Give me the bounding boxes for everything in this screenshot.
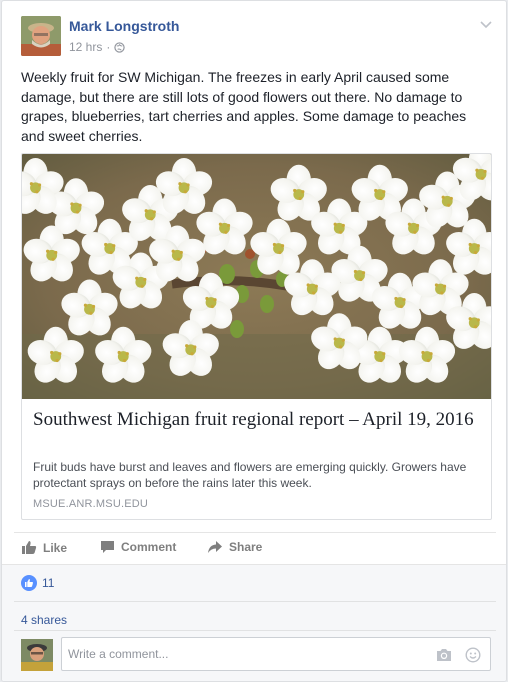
chevron-down-icon[interactable] (478, 16, 494, 32)
link-title[interactable]: Southwest Michigan fruit regional report… (33, 408, 483, 432)
comment-divider (14, 630, 496, 631)
comment-button[interactable]: Comment (100, 540, 176, 554)
action-bar: Like Comment Share (14, 532, 496, 564)
post-timestamp[interactable]: 12 hrs (69, 40, 102, 54)
feedback-divider (14, 601, 496, 602)
reactions-summary[interactable]: 11 (21, 575, 54, 591)
link-preview-image[interactable] (22, 154, 491, 399)
post-header: Mark Longstroth 12 hrs · (21, 14, 494, 58)
link-domain: MSUE.ANR.MSU.EDU (33, 498, 149, 510)
link-preview[interactable]: Southwest Michigan fruit regional report… (21, 153, 492, 520)
globe-icon[interactable] (114, 41, 126, 53)
like-count[interactable]: 11 (42, 576, 54, 590)
comment-input[interactable] (68, 645, 428, 663)
like-label: Like (43, 540, 68, 555)
smiley-icon[interactable] (465, 647, 481, 663)
like-reaction-icon (21, 575, 37, 591)
post-text: Weekly fruit for SW Michigan. The freeze… (21, 69, 467, 144)
comment-icon (101, 541, 114, 553)
shares-count[interactable]: 4 shares (21, 613, 67, 627)
author-avatar[interactable] (21, 16, 61, 56)
post-card: Mark Longstroth 12 hrs · Weekly fruit fo… (1, 0, 507, 682)
like-icon (22, 541, 37, 554)
post-meta: 12 hrs · (69, 40, 126, 54)
share-button[interactable]: Share (207, 540, 262, 554)
share-label: Share (229, 540, 263, 554)
link-description: Fruit buds have burst and leaves and flo… (33, 460, 467, 490)
camera-icon[interactable] (436, 647, 452, 663)
comment-box (61, 637, 491, 671)
share-icon (208, 541, 222, 553)
feedback-section: 11 4 shares (2, 564, 506, 681)
meta-separator: · (106, 40, 111, 54)
like-button[interactable]: Like (21, 540, 67, 555)
comment-label: Comment (121, 540, 177, 554)
author-name[interactable]: Mark Longstroth (69, 18, 179, 34)
viewer-avatar[interactable] (21, 639, 53, 671)
